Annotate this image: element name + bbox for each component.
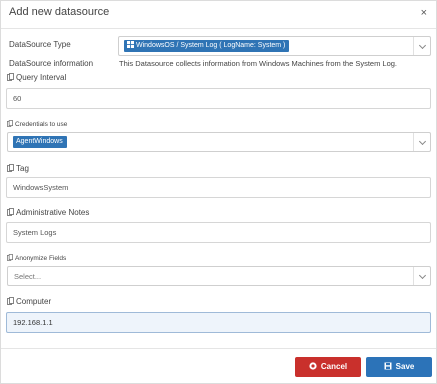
chevron-down-icon [418, 271, 427, 280]
windows-icon [127, 41, 134, 48]
anonymize-toggle[interactable] [413, 267, 430, 285]
admin-notes-label: Administrative Notes [7, 208, 89, 217]
datasource-info-text: This Datasource collects information fro… [119, 59, 398, 68]
anonymize-label: Anonymize Fields [7, 254, 66, 262]
anonymize-select[interactable]: Select... [7, 266, 431, 286]
chevron-down-icon [418, 41, 427, 50]
copy-icon [7, 254, 13, 261]
copy-icon [7, 120, 13, 127]
query-interval-label: Query Interval [7, 73, 66, 82]
datasource-type-select[interactable]: WindowsOS / System Log ( LogName: System… [118, 36, 431, 56]
dialog-header: Add new datasource × [1, 1, 436, 29]
anonymize-label-text: Anonymize Fields [15, 255, 67, 262]
credentials-select[interactable]: AgentWindows [7, 132, 431, 152]
computer-label-text: Computer [16, 297, 52, 306]
datasource-type-label: DataSource Type [9, 40, 71, 49]
credentials-label: Credentials to use [7, 120, 67, 128]
query-interval-label-text: Query Interval [16, 73, 67, 82]
copy-icon [7, 73, 14, 81]
dialog-title: Add new datasource [9, 6, 110, 18]
query-interval-input[interactable]: 60 [6, 88, 431, 109]
copy-icon [7, 208, 14, 216]
tag-label-text: Tag [16, 164, 29, 173]
tag-input[interactable]: WindowsSystem [6, 177, 431, 198]
tag-label: Tag [7, 164, 29, 173]
datasource-type-chip: WindowsOS / System Log ( LogName: System… [124, 40, 290, 52]
cancel-button[interactable]: Cancel [295, 357, 361, 377]
copy-icon [7, 297, 14, 305]
add-datasource-dialog: Add new datasource × DataSource Type Win… [0, 0, 437, 384]
credentials-label-text: Credentials to use [15, 121, 68, 128]
datasource-type-toggle[interactable] [413, 37, 430, 55]
computer-input[interactable]: 192.168.1.1 [6, 312, 431, 333]
chevron-down-icon [418, 137, 427, 146]
admin-notes-label-text: Administrative Notes [16, 208, 90, 217]
datasource-type-value: WindowsOS / System Log ( LogName: System… [136, 42, 286, 49]
save-label: Save [395, 362, 415, 371]
save-button[interactable]: Save [366, 357, 432, 377]
credentials-chip: AgentWindows [13, 136, 67, 148]
computer-label: Computer [7, 297, 51, 306]
copy-icon [7, 164, 14, 172]
credentials-toggle[interactable] [413, 133, 430, 151]
admin-notes-input[interactable]: System Logs [6, 222, 431, 243]
close-icon[interactable]: × [421, 7, 427, 19]
cancel-circle-icon [309, 362, 317, 370]
footer-divider [1, 348, 436, 349]
cancel-label: Cancel [320, 362, 348, 371]
save-disk-icon [384, 362, 392, 370]
anonymize-placeholder: Select... [14, 272, 42, 281]
datasource-info-label: DataSource information [9, 59, 94, 68]
